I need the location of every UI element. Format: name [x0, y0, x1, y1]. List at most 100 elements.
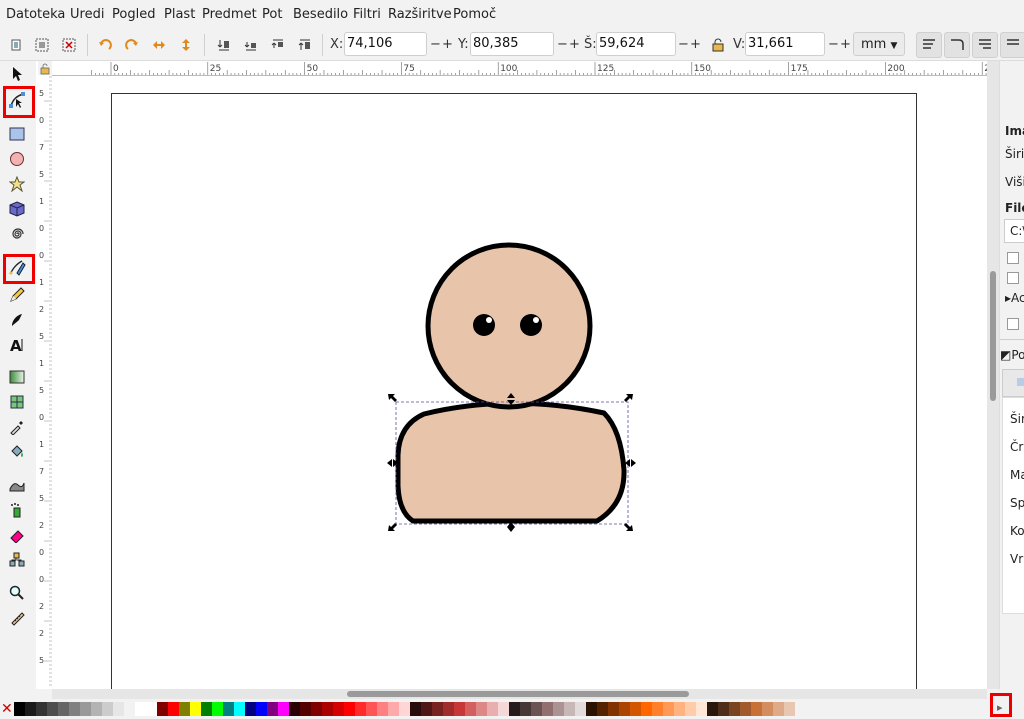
- palette-swatch[interactable]: [278, 702, 289, 716]
- x-decrement[interactable]: −: [430, 37, 441, 52]
- lower-to-bottom-icon[interactable]: [216, 37, 232, 53]
- palette-swatch[interactable]: [410, 702, 421, 716]
- rotate-cw-icon[interactable]: [124, 37, 140, 53]
- text-tool-icon[interactable]: A: [7, 335, 27, 355]
- palette-swatch[interactable]: [476, 702, 487, 716]
- raise-icon[interactable]: [270, 37, 286, 53]
- spray-tool-icon[interactable]: [7, 500, 27, 520]
- scale-stroke-button[interactable]: [916, 32, 942, 58]
- menu-filtri[interactable]: Filtri: [353, 7, 381, 22]
- palette-swatch[interactable]: [146, 702, 157, 716]
- palette-swatch[interactable]: [322, 702, 333, 716]
- palette-swatch[interactable]: [597, 702, 608, 716]
- palette-swatch[interactable]: [36, 702, 47, 716]
- raise-to-top-icon[interactable]: [297, 37, 313, 53]
- flip-horizontal-icon[interactable]: [151, 37, 167, 53]
- palette-swatch[interactable]: [487, 702, 498, 716]
- palette-swatch[interactable]: [223, 702, 234, 716]
- palette-swatch[interactable]: [47, 702, 58, 716]
- no-paint-icon[interactable]: ✕: [1, 701, 13, 717]
- palette-swatch[interactable]: [377, 702, 388, 716]
- palette-swatch[interactable]: [520, 702, 531, 716]
- unit-select[interactable]: mm ▼: [853, 32, 905, 56]
- palette-swatch[interactable]: [443, 702, 454, 716]
- palette-swatch[interactable]: [586, 702, 597, 716]
- palette-swatch[interactable]: [168, 702, 179, 716]
- horizontal-scrollbar-thumb[interactable]: [347, 691, 689, 697]
- palette-swatch[interactable]: [311, 702, 322, 716]
- pencil-tool-icon[interactable]: [7, 285, 27, 305]
- connector-tool-icon[interactable]: [7, 550, 27, 570]
- star-tool-icon[interactable]: [7, 174, 27, 194]
- palette-swatch[interactable]: [432, 702, 443, 716]
- lock-icon[interactable]: [710, 37, 726, 53]
- palette-swatch[interactable]: [740, 702, 751, 716]
- paint-mode-row[interactable]: [1002, 369, 1024, 397]
- palette-swatch[interactable]: [718, 702, 729, 716]
- palette-swatch[interactable]: [135, 702, 146, 716]
- menu-pot[interactable]: Pot: [262, 7, 282, 22]
- select-all-layers-icon[interactable]: [34, 37, 50, 53]
- palette-swatch[interactable]: [201, 702, 212, 716]
- menu-predmet[interactable]: Predmet: [202, 7, 257, 22]
- zoom-tool-icon[interactable]: [7, 583, 27, 603]
- checkbox-3[interactable]: [1007, 318, 1019, 330]
- paint-bucket-tool-icon[interactable]: [7, 442, 27, 462]
- palette-swatch[interactable]: [608, 702, 619, 716]
- w-field[interactable]: 59,624: [596, 32, 676, 56]
- select-all-icon[interactable]: [8, 37, 24, 53]
- palette-swatch[interactable]: [641, 702, 652, 716]
- palette-swatch[interactable]: [366, 702, 377, 716]
- palette-swatch[interactable]: [784, 702, 795, 716]
- measure-tool-icon[interactable]: [7, 608, 27, 628]
- palette-swatch[interactable]: [751, 702, 762, 716]
- fill-stroke-tab[interactable]: ◩Po: [1000, 348, 1024, 362]
- selector-tool-icon[interactable]: [7, 64, 27, 84]
- palette-swatch[interactable]: [113, 702, 124, 716]
- palette-menu-icon[interactable]: ▸: [997, 701, 1003, 714]
- palette-swatch[interactable]: [674, 702, 685, 716]
- palette-swatch[interactable]: [14, 702, 25, 716]
- rotate-ccw-icon[interactable]: [97, 37, 113, 53]
- menu-besedilo[interactable]: Besedilo: [293, 7, 348, 22]
- move-gradients-button[interactable]: [972, 32, 998, 58]
- w-decrement[interactable]: −: [678, 37, 689, 52]
- palette-swatch[interactable]: [91, 702, 102, 716]
- palette-swatch[interactable]: [762, 702, 773, 716]
- horizontal-ruler[interactable]: 0255075100125150175200225: [52, 61, 987, 76]
- palette-swatch[interactable]: [289, 702, 300, 716]
- palette-swatch[interactable]: [465, 702, 476, 716]
- gradient-tool-icon[interactable]: [7, 367, 27, 387]
- palette-swatch[interactable]: [707, 702, 718, 716]
- palette-swatch[interactable]: [190, 702, 201, 716]
- spiral-tool-icon[interactable]: [7, 224, 27, 244]
- 3d-box-tool-icon[interactable]: [7, 199, 27, 219]
- move-patterns-button[interactable]: [1000, 32, 1024, 58]
- rectangle-tool-icon[interactable]: [7, 124, 27, 144]
- palette-swatch[interactable]: [388, 702, 399, 716]
- palette-swatch[interactable]: [619, 702, 630, 716]
- palette-swatch[interactable]: [421, 702, 432, 716]
- vertical-scrollbar[interactable]: [987, 61, 999, 689]
- palette-swatch[interactable]: [300, 702, 311, 716]
- palette-swatch[interactable]: [454, 702, 465, 716]
- w-increment[interactable]: +: [690, 37, 701, 52]
- menu-pogled[interactable]: Pogled: [112, 7, 155, 22]
- vertical-ruler[interactable]: 05075100125150175200225: [36, 61, 53, 689]
- tweak-tool-icon[interactable]: [7, 475, 27, 495]
- h-increment[interactable]: +: [840, 37, 851, 52]
- palette-swatch[interactable]: [531, 702, 542, 716]
- dropper-tool-icon[interactable]: [7, 417, 27, 437]
- x-field[interactable]: 74,106: [344, 32, 427, 56]
- flip-vertical-icon[interactable]: [178, 37, 194, 53]
- menu-plast[interactable]: Plast: [164, 7, 195, 22]
- palette-swatch[interactable]: [498, 702, 509, 716]
- palette-swatch[interactable]: [69, 702, 80, 716]
- deselect-icon[interactable]: [61, 37, 77, 53]
- palette-swatch[interactable]: [256, 702, 267, 716]
- palette-swatch[interactable]: [333, 702, 344, 716]
- checkbox-2[interactable]: [1007, 272, 1019, 284]
- palette-swatch[interactable]: [652, 702, 663, 716]
- eraser-tool-icon[interactable]: [7, 525, 27, 545]
- horizontal-scrollbar[interactable]: [52, 689, 987, 699]
